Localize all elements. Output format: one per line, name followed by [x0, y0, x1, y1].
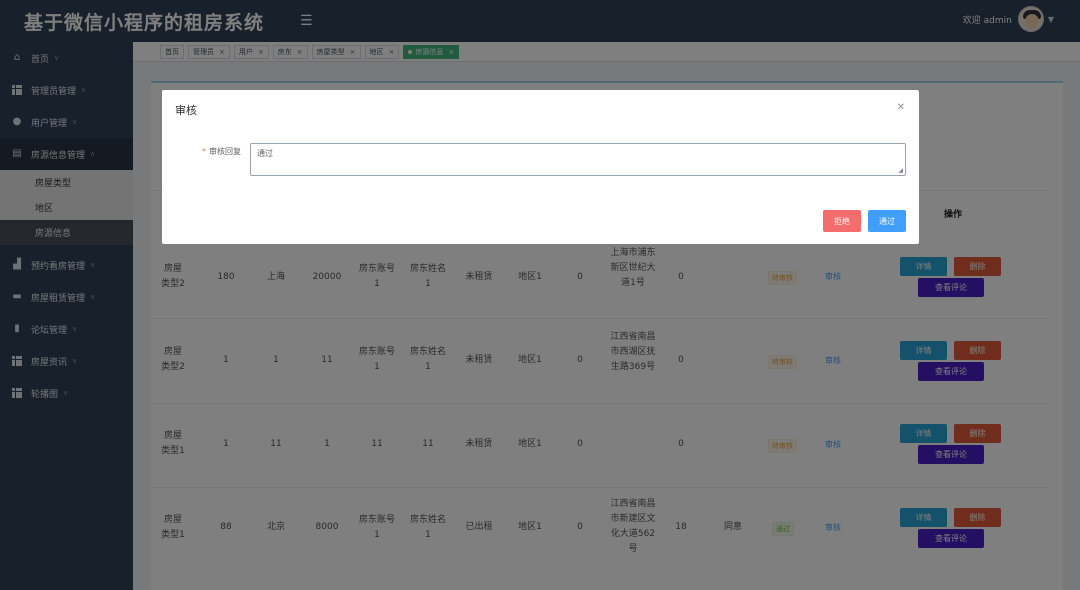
close-icon[interactable]: ✕: [897, 102, 905, 113]
resize-handle-icon[interactable]: ◢: [898, 167, 903, 174]
audit-reply-label: * 审核回复: [202, 147, 241, 156]
audit-dialog: 审核 ✕ * 审核回复 通过 ◢ 拒绝 通过: [162, 90, 919, 244]
modal-overlay[interactable]: [0, 0, 1080, 590]
reject-button[interactable]: 拒绝: [823, 210, 861, 232]
approve-button[interactable]: 通过: [868, 210, 906, 232]
audit-reply-textarea[interactable]: 通过 ◢: [250, 143, 906, 176]
dialog-title: 审核: [175, 104, 197, 117]
